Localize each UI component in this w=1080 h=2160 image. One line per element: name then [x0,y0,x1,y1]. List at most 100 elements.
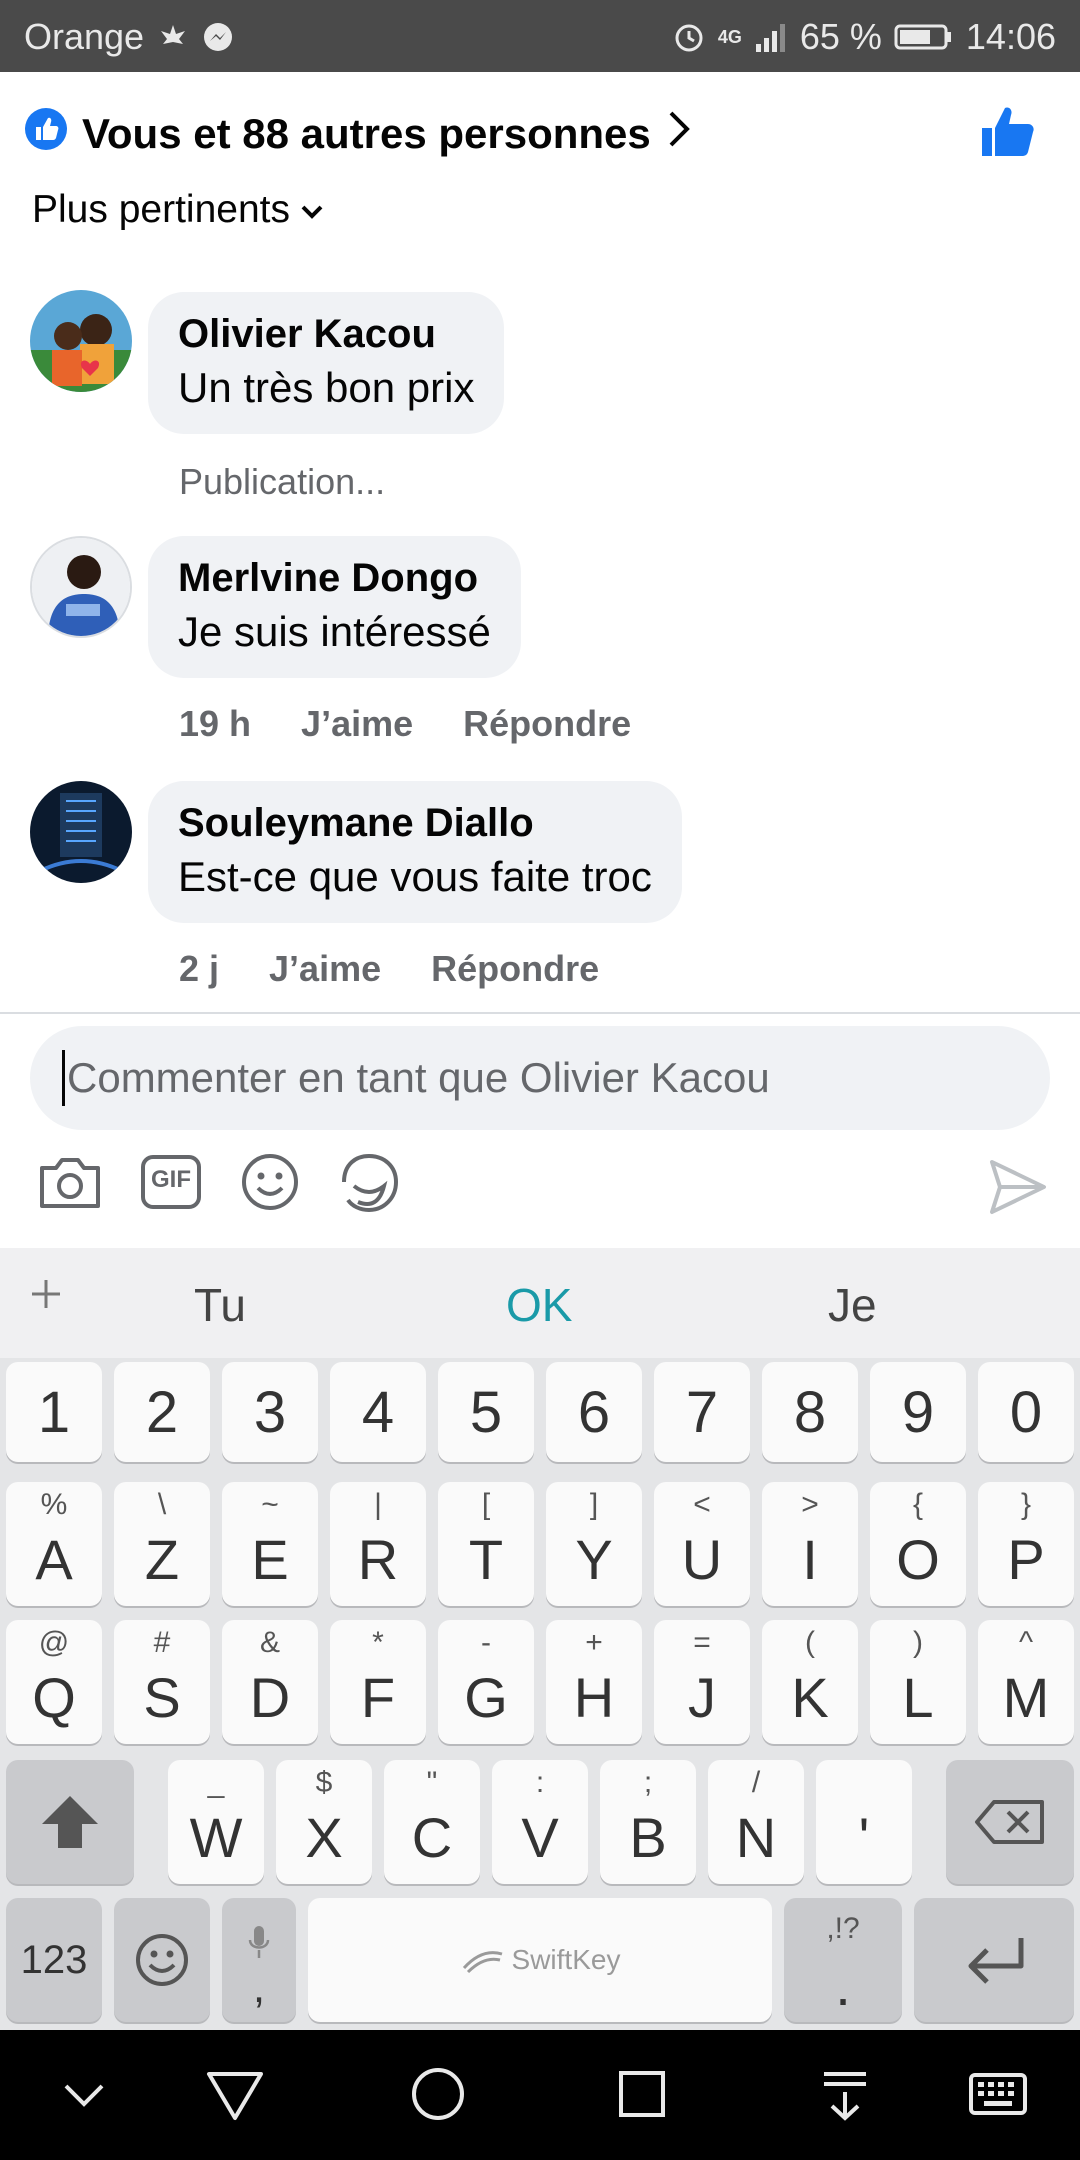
suggestion-bar: Tu OK Je [0,1248,1080,1358]
key-p[interactable]: } P [978,1482,1074,1606]
key-8[interactable]: 8 [762,1362,858,1462]
comment-input[interactable]: Commenter en tant que Olivier Kacou [30,1026,1050,1130]
key-j[interactable]: = J [654,1620,750,1744]
key-i[interactable]: > I [762,1482,858,1606]
back-icon[interactable] [205,2070,265,2127]
keyboard: Tu OK Je 1 2 3 4 5 6 7 8 9 0% A \ Z ~ E | R[T] Y < U > I{O} P @… [0,1248,1080,2030]
space-key[interactable]: SwiftKey [308,1898,772,2022]
keyboard-switch-icon[interactable] [968,2070,1028,2123]
avatar[interactable] [30,781,132,883]
send-button[interactable] [988,1158,1048,1221]
key-label: ' [858,1805,870,1869]
key-label: T [468,1527,504,1591]
key-secondary-label: : [535,1766,545,1799]
commenter-name[interactable]: Souleymane Diallo [178,797,652,849]
like-button[interactable] [980,104,1036,165]
key-3[interactable]: 3 [222,1362,318,1462]
camera-icon[interactable] [38,1152,102,1219]
key-v[interactable]: :V [492,1760,588,1884]
key-u[interactable]: < U [654,1482,750,1606]
key-secondary-label: ; [643,1766,653,1799]
recents-icon[interactable] [618,2070,666,2123]
reactions-summary[interactable]: Vous et 88 autres personnes [24,104,693,164]
numbers-key[interactable]: 123 [6,1898,102,2022]
enter-key[interactable] [914,1898,1074,2022]
shift-key[interactable] [6,1760,134,1884]
key-secondary-label: ~ [261,1488,279,1521]
key-l[interactable]: ) L [870,1620,966,1744]
key-m[interactable]: ^ M [978,1620,1074,1744]
key-e[interactable]: ~ E [222,1482,318,1606]
emoji-icon[interactable] [240,1152,300,1219]
key-q[interactable]: @ Q [6,1620,102,1744]
comment-meta: 2 j J’aime Répondre [179,948,599,990]
key-h[interactable]: + H [546,1620,642,1744]
comment-bubble[interactable]: Merlvine Dongo Je suis intéressé [148,536,521,678]
reply-link[interactable]: Répondre [431,948,599,990]
key-0[interactable]: 0 [978,1362,1074,1462]
key-g[interactable]: -G [438,1620,534,1744]
home-icon[interactable] [410,2066,466,2127]
key-label: D [249,1665,291,1729]
key-s[interactable]: # S [114,1620,210,1744]
key-label: W [189,1805,243,1869]
key-r[interactable]: | R [330,1482,426,1606]
hide-keyboard-icon[interactable] [62,2082,106,2115]
commenter-name[interactable]: Olivier Kacou [178,308,474,360]
key-o[interactable]: {O [870,1482,966,1606]
clock: 14:06 [965,16,1056,57]
key-d[interactable]: & D [222,1620,318,1744]
suggestion-right[interactable]: Je [828,1278,877,1332]
key-w[interactable]: _ W [168,1760,264,1884]
key-6[interactable]: 6 [546,1362,642,1462]
status-bar: Orange 4G 65 % 14:06 [0,0,1080,72]
leaf-icon [158,22,188,52]
key-1[interactable]: 1 [6,1362,102,1462]
key-z[interactable]: \ Z [114,1482,210,1606]
key-b[interactable]: ; B [600,1760,696,1884]
sticker-icon[interactable] [338,1152,400,1219]
suggestion-left[interactable]: Tu [194,1278,246,1332]
avatar[interactable] [30,290,132,392]
key-label: 5 [469,1379,503,1445]
sort-dropdown[interactable]: Plus pertinents [32,188,324,232]
key-f[interactable]: * F [330,1620,426,1744]
key-label: X [305,1805,343,1869]
key-t[interactable]: [T [438,1482,534,1606]
key-4[interactable]: 4 [330,1362,426,1462]
key-k[interactable]: (K [762,1620,858,1744]
comment-time: 19 h [179,703,252,744]
comment-bubble[interactable]: Souleymane Diallo Est-ce que vous faite … [148,781,682,923]
key-9[interactable]: 9 [870,1362,966,1462]
avatar[interactable] [30,536,132,638]
like-link[interactable]: J’aime [301,703,413,745]
key-7[interactable]: 7 [654,1362,750,1462]
network-type: 4G [717,27,742,47]
notification-pull-icon[interactable] [820,2070,870,2127]
reply-link[interactable]: Répondre [463,703,631,745]
like-link[interactable]: J’aime [269,948,381,990]
period-key[interactable]: ,!? . [784,1898,902,2022]
key-apostrophe[interactable]: ' [816,1760,912,1884]
mic-comma-key[interactable]: , [222,1898,296,2022]
key-c[interactable]: " C [384,1760,480,1884]
suggestion-center[interactable]: OK [506,1278,572,1332]
plus-icon[interactable] [30,1278,62,1315]
gif-icon[interactable]: GIF [140,1152,202,1212]
alarm-icon [672,20,706,54]
key-x[interactable]: $ X [276,1760,372,1884]
key-label: 9 [901,1379,935,1445]
backspace-key[interactable] [946,1760,1074,1884]
key-label: 0 [1009,1379,1043,1445]
key-y[interactable]: ] Y [546,1482,642,1606]
key-label: O [896,1527,940,1591]
emoji-key[interactable] [114,1898,210,2022]
key-5[interactable]: 5 [438,1362,534,1462]
key-2[interactable]: 2 [114,1362,210,1462]
commenter-name[interactable]: Merlvine Dongo [178,552,491,604]
key-label: E [251,1527,289,1591]
key-a[interactable]: % A [6,1482,102,1606]
key-label: F [360,1665,396,1729]
comment-bubble[interactable]: Olivier Kacou Un très bon prix [148,292,505,434]
key-n[interactable]: / N [708,1760,804,1884]
